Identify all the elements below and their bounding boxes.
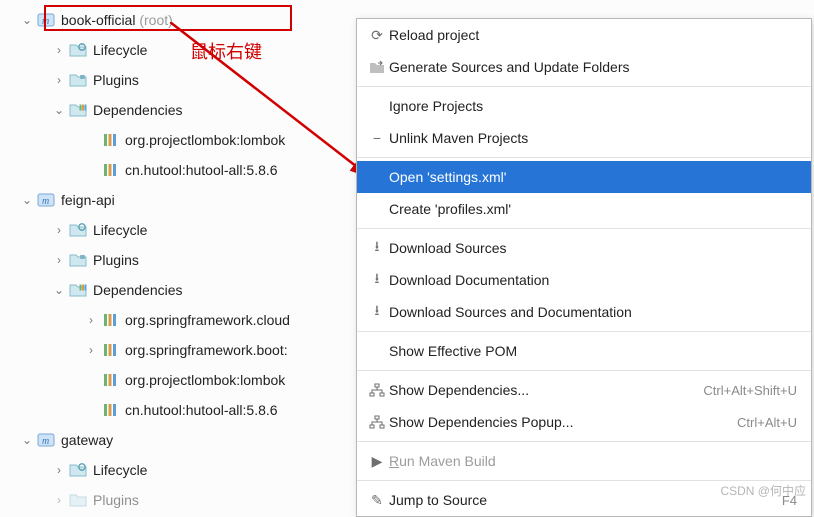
node-label: Plugins (92, 492, 139, 508)
lifecycle-folder-icon (68, 220, 88, 240)
menu-unlink-projects[interactable]: − Unlink Maven Projects (357, 122, 811, 154)
shortcut-text: Ctrl+Alt+Shift+U (703, 383, 797, 398)
project-label: book-official (root) (60, 12, 173, 28)
shortcut-text: Ctrl+Alt+U (737, 415, 797, 430)
menu-ignore-projects[interactable]: Ignore Projects (357, 90, 811, 122)
annotation-text: 鼠标右键 (190, 38, 262, 64)
svg-text:m: m (42, 196, 49, 207)
menu-reload-project[interactable]: ⟳ Reload project (357, 19, 811, 51)
project-label: gateway (60, 432, 113, 448)
project-label: feign-api (60, 192, 115, 208)
menu-show-effective-pom[interactable]: Show Effective POM (357, 335, 811, 367)
chevron-down-icon[interactable]: ⌄ (50, 283, 68, 297)
node-label: Plugins (92, 252, 139, 268)
menu-separator (357, 441, 811, 442)
library-icon (100, 130, 120, 150)
chevron-right-icon[interactable]: › (82, 313, 100, 327)
download-icon: ⭳ (365, 236, 389, 260)
maven-module-icon: m (36, 190, 56, 210)
play-icon: ▶ (365, 453, 389, 470)
library-icon (100, 370, 120, 390)
menu-download-sources[interactable]: ⭳ Download Sources (357, 232, 811, 264)
generate-icon (365, 60, 389, 74)
chevron-right-icon[interactable]: › (50, 73, 68, 87)
chevron-down-icon[interactable]: ⌄ (18, 13, 36, 27)
dependency-label: cn.hutool:hutool-all:5.8.6 (124, 402, 278, 418)
lifecycle-folder-icon (68, 40, 88, 60)
download-icon: ⭳ (365, 300, 389, 324)
menu-download-sources-and-docs[interactable]: ⭳ Download Sources and Documentation (357, 296, 811, 328)
dependency-label: org.projectlombok:lombok (124, 372, 285, 388)
chevron-right-icon[interactable]: › (50, 463, 68, 477)
dependencies-folder-icon (68, 100, 88, 120)
maven-module-icon: m (36, 430, 56, 450)
edit-icon: ✎ (365, 492, 389, 509)
context-menu: ⟳ Reload project Generate Sources and Up… (356, 18, 812, 517)
node-label: Lifecycle (92, 42, 147, 58)
library-icon (100, 340, 120, 360)
menu-separator (357, 370, 811, 371)
menu-run-maven-build: ▶ Run Maven Build (357, 445, 811, 477)
plugins-folder-icon (68, 490, 88, 510)
watermark: CSDN @何中应 (720, 482, 806, 499)
lifecycle-folder-icon (68, 460, 88, 480)
minus-icon: − (365, 130, 389, 146)
menu-show-dependencies[interactable]: Show Dependencies... Ctrl+Alt+Shift+U (357, 374, 811, 406)
node-label: Lifecycle (92, 462, 147, 478)
menu-show-dependencies-popup[interactable]: Show Dependencies Popup... Ctrl+Alt+U (357, 406, 811, 438)
library-icon (100, 160, 120, 180)
library-icon (100, 310, 120, 330)
maven-module-icon: m (36, 10, 56, 30)
diagram-icon (365, 415, 389, 429)
dependency-label: cn.hutool:hutool-all:5.8.6 (124, 162, 278, 178)
chevron-right-icon[interactable]: › (50, 223, 68, 237)
menu-separator (357, 331, 811, 332)
svg-text:m: m (42, 16, 49, 27)
node-label: Dependencies (92, 102, 183, 118)
menu-separator (357, 480, 811, 481)
menu-separator (357, 157, 811, 158)
chevron-down-icon[interactable]: ⌄ (18, 433, 36, 447)
plugins-folder-icon (68, 250, 88, 270)
dependency-label: org.springframework.cloud (124, 312, 290, 328)
menu-separator (357, 86, 811, 87)
menu-open-settings-xml[interactable]: Open 'settings.xml' (357, 161, 811, 193)
menu-generate-sources[interactable]: Generate Sources and Update Folders (357, 51, 811, 83)
menu-separator (357, 228, 811, 229)
dependencies-folder-icon (68, 280, 88, 300)
node-label: Plugins (92, 72, 139, 88)
chevron-right-icon[interactable]: › (50, 253, 68, 267)
chevron-down-icon[interactable]: ⌄ (50, 103, 68, 117)
library-icon (100, 400, 120, 420)
svg-text:m: m (42, 436, 49, 447)
reload-icon: ⟳ (365, 27, 389, 44)
diagram-icon (365, 383, 389, 397)
node-label: Lifecycle (92, 222, 147, 238)
chevron-right-icon[interactable]: › (82, 343, 100, 357)
chevron-down-icon[interactable]: ⌄ (18, 193, 36, 207)
dependency-label: org.projectlombok:lombok (124, 132, 285, 148)
chevron-right-icon[interactable]: › (50, 43, 68, 57)
node-label: Dependencies (92, 282, 183, 298)
menu-download-documentation[interactable]: ⭳ Download Documentation (357, 264, 811, 296)
menu-create-profiles-xml[interactable]: Create 'profiles.xml' (357, 193, 811, 225)
plugins-folder-icon (68, 70, 88, 90)
download-icon: ⭳ (365, 268, 389, 292)
dependency-label: org.springframework.boot: (124, 342, 288, 358)
